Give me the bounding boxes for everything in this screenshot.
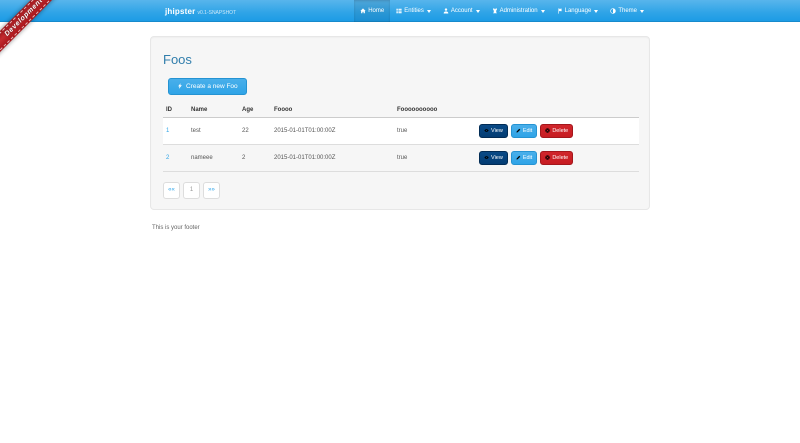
chevron-down-icon [476, 10, 480, 13]
eye-icon [484, 128, 489, 133]
cell-name: test [188, 117, 239, 144]
flag-icon [557, 8, 563, 14]
nav-item-account[interactable]: Account [437, 0, 486, 22]
chevron-down-icon [594, 10, 598, 13]
edit-button[interactable]: Edit [511, 151, 537, 165]
delete-button[interactable]: Delete [540, 124, 573, 138]
nav-item-label: Account [451, 8, 473, 14]
chevron-down-icon [427, 10, 431, 13]
col-header-actions [476, 103, 639, 118]
nav-item-entities[interactable]: Entities [390, 0, 437, 22]
brand-name: jhipster [165, 7, 196, 16]
nav-item-label: Administration [500, 8, 538, 14]
table-header-row: ID Name Age Foooo Foooooooooo [163, 103, 639, 118]
cell-name: nameee [188, 144, 239, 171]
view-button[interactable]: View [479, 151, 508, 165]
col-header-name[interactable]: Name [188, 103, 239, 118]
col-header-foooooooooo[interactable]: Foooooooooo [394, 103, 476, 118]
view-button[interactable]: View [479, 124, 508, 138]
flash-icon [177, 83, 183, 89]
remove-circle-icon [545, 128, 550, 133]
nav-menu: Home Entities Account Adminis [354, 0, 650, 22]
table-row: 2 nameee 2 2015-01-01T01:00:00Z true Vie… [163, 144, 639, 171]
table-row: 1 test 22 2015-01-01T01:00:00Z true View [163, 117, 639, 144]
pagination-first-button[interactable]: «« [163, 182, 180, 199]
tower-icon [492, 8, 498, 14]
navbar: jhipster v0.1-SNAPSHOT Home Entities [0, 0, 800, 22]
chevron-down-icon [541, 10, 545, 13]
brand-version: v0.1-SNAPSHOT [198, 10, 237, 16]
cell-age: 2 [239, 144, 271, 171]
th-list-icon [396, 8, 402, 14]
row-id-link[interactable]: 1 [166, 128, 169, 134]
cell-age: 22 [239, 117, 271, 144]
home-icon [360, 8, 366, 14]
edit-button[interactable]: Edit [511, 124, 537, 138]
nav-item-label: Language [565, 8, 592, 14]
create-new-foo-label: Create a new Foo [186, 83, 238, 90]
nav-item-label: Home [368, 8, 384, 14]
pagination-page-1[interactable]: 1 [183, 182, 200, 199]
pagination: «« 1 »» [163, 182, 637, 199]
remove-circle-icon [545, 155, 550, 160]
page-title: Foos [163, 52, 637, 67]
col-header-age[interactable]: Age [239, 103, 271, 118]
nav-item-home[interactable]: Home [354, 0, 390, 22]
nav-item-theme[interactable]: Theme [604, 0, 650, 22]
pencil-icon [516, 155, 521, 160]
adjust-icon [610, 8, 616, 14]
cell-foooooooooo: true [394, 117, 476, 144]
cell-foooo: 2015-01-01T01:00:00Z [271, 144, 394, 171]
footer-text: This is your footer [150, 225, 650, 231]
content-panel: Foos Create a new Foo ID Name Age Foooo … [150, 36, 650, 210]
col-header-foooo[interactable]: Foooo [271, 103, 394, 118]
pagination-last-button[interactable]: »» [203, 182, 220, 199]
cell-foooooooooo: true [394, 144, 476, 171]
nav-item-label: Theme [618, 8, 637, 14]
foo-table: ID Name Age Foooo Foooooooooo 1 test 22 … [163, 103, 639, 172]
pencil-icon [516, 128, 521, 133]
brand[interactable]: jhipster v0.1-SNAPSHOT [150, 7, 236, 16]
cell-foooo: 2015-01-01T01:00:00Z [271, 117, 394, 144]
col-header-id[interactable]: ID [163, 103, 188, 118]
nav-item-label: Entities [404, 8, 424, 14]
nav-item-language[interactable]: Language [551, 0, 605, 22]
delete-button[interactable]: Delete [540, 151, 573, 165]
user-icon [443, 8, 449, 14]
nav-item-administration[interactable]: Administration [486, 0, 551, 22]
row-id-link[interactable]: 2 [166, 155, 169, 161]
eye-icon [484, 155, 489, 160]
create-new-foo-button[interactable]: Create a new Foo [168, 78, 247, 95]
chevron-down-icon [640, 10, 644, 13]
